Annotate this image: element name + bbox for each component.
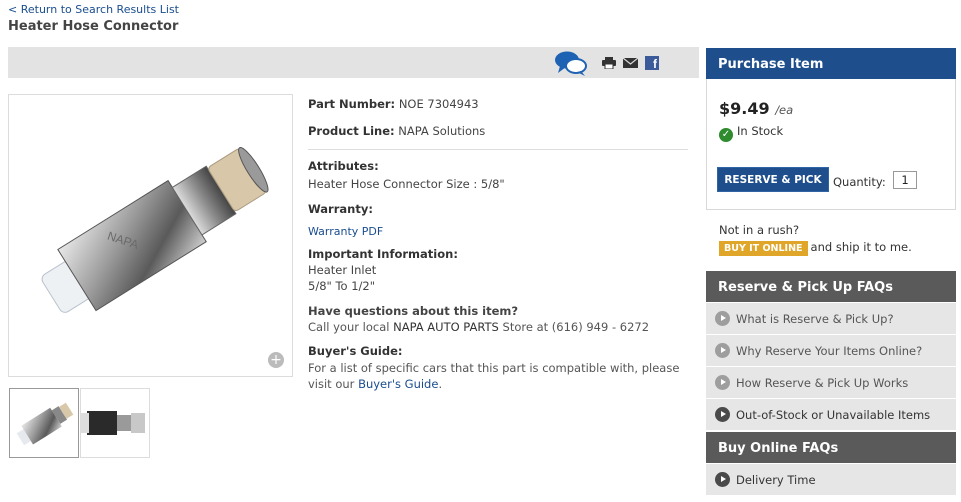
buyers-guide-link[interactable]: Buyer's Guide <box>358 377 438 391</box>
part-number-label: Part Number: <box>308 97 396 111</box>
faq-item-how-reserve-works[interactable]: How Reserve & Pick Up Works <box>706 367 956 399</box>
play-arrow-icon <box>715 375 730 390</box>
reserve-faq-header: Reserve & Pick Up FAQs <box>706 271 956 302</box>
quantity-input[interactable]: 1 <box>893 171 917 189</box>
purchase-item-header: Purchase Item <box>706 48 956 79</box>
important-info-label: Important Information: <box>308 247 458 261</box>
faq-item-delivery-time[interactable]: Delivery Time <box>706 464 956 496</box>
page-title: Heater Hose Connector <box>8 19 179 34</box>
store-name: NAPA AUTO PARTS <box>393 320 499 334</box>
buy-online-suffix: and ship it to me. <box>810 240 912 254</box>
price-unit: /ea <box>775 103 794 117</box>
product-line-label: Product Line: <box>308 124 395 138</box>
mail-icon[interactable] <box>623 58 638 68</box>
important-info-line-1: Heater Inlet <box>308 263 377 277</box>
questions-text: Call your local NAPA AUTO PARTS Store at… <box>308 320 650 334</box>
share-toolbar: f <box>8 47 699 78</box>
questions-label: Have questions about this item? <box>308 304 519 318</box>
part-number-value: NOE 7304943 <box>398 97 479 111</box>
price-value: $9.49 <box>719 99 770 118</box>
back-to-results-link[interactable]: < Return to Search Results List <box>8 3 179 16</box>
buyers-guide-label: Buyer's Guide: <box>308 344 403 358</box>
print-icon[interactable] <box>602 57 616 69</box>
price: $9.49 /ea <box>719 99 793 118</box>
warranty-label: Warranty: <box>308 202 373 216</box>
heater-hose-connector-image: NAPA <box>41 147 269 313</box>
purchase-box: $9.49 /ea ✓ In Stock RESERVE & PICK UP Qu… <box>706 79 956 211</box>
play-arrow-icon <box>715 311 730 326</box>
thumbnail-1[interactable] <box>9 388 79 458</box>
faq-item-what-is-reserve[interactable]: What is Reserve & Pick Up? <box>706 303 956 335</box>
reserve-pickup-button[interactable]: RESERVE & PICK UP <box>717 167 829 211</box>
product-main-image[interactable]: NAPA + <box>8 94 293 377</box>
zoom-plus-icon[interactable]: + <box>268 352 284 368</box>
facebook-icon[interactable]: f <box>645 56 659 71</box>
thumbnail-2[interactable] <box>80 388 150 458</box>
buy-online-row: BUY IT ONLINE and ship it to me. <box>719 240 912 256</box>
faq-item-why-reserve[interactable]: Why Reserve Your Items Online? <box>706 335 956 367</box>
important-info-line-2: 5/8" To 1/2" <box>308 279 376 293</box>
warranty-pdf-link[interactable]: Warranty PDF <box>308 225 383 238</box>
play-arrow-icon <box>715 343 730 358</box>
buy-online-faq-header: Buy Online FAQs <box>706 432 956 463</box>
buy-online-button[interactable]: BUY IT ONLINE <box>719 241 808 256</box>
play-arrow-icon <box>715 407 730 422</box>
product-line-value: NAPA Solutions <box>398 124 486 138</box>
quantity-label: Quantity: <box>833 175 886 189</box>
attributes-label: Attributes: <box>308 159 379 173</box>
divider <box>308 149 688 150</box>
stock-status: ✓ In Stock <box>719 124 783 142</box>
thumbnail-image <box>81 411 145 435</box>
buyers-guide-text-2: visit our Buyer's Guide. <box>308 377 443 391</box>
check-icon: ✓ <box>719 128 733 142</box>
buyers-guide-text-1: For a list of specific cars that this pa… <box>308 361 680 375</box>
rush-text: Not in a rush? <box>719 223 800 237</box>
attributes-value: Heater Hose Connector Size : 5/8" <box>308 177 505 191</box>
chat-icon[interactable] <box>554 50 588 77</box>
play-arrow-icon <box>715 472 730 487</box>
thumbnail-image <box>16 402 74 446</box>
faq-item-out-of-stock[interactable]: Out-of-Stock or Unavailable Items <box>706 399 956 431</box>
